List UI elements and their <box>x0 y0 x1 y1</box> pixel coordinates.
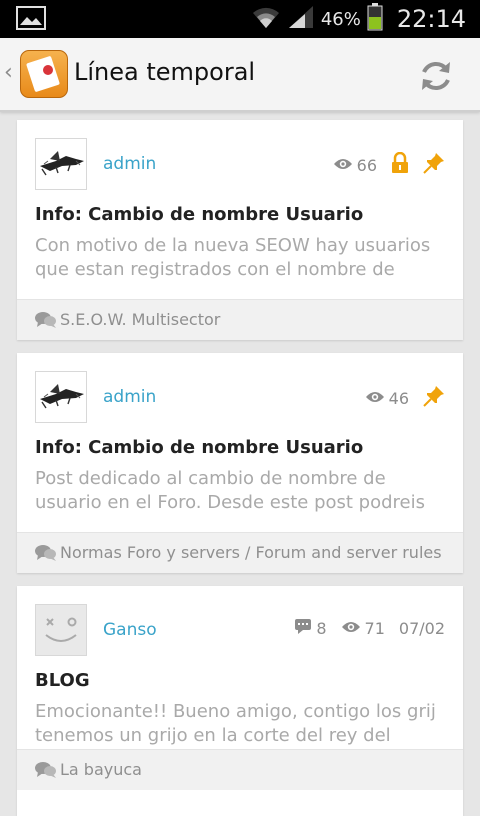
post-title[interactable]: Info: Cambio de nombre Usuario <box>35 204 363 225</box>
page-title: Línea temporal <box>74 58 256 86</box>
post-title[interactable]: Info: Cambio de nombre Usuario <box>35 437 363 458</box>
post-title[interactable]: BLOG <box>35 670 90 691</box>
app-logo[interactable] <box>20 50 68 98</box>
chat-bubbles-icon <box>35 311 57 333</box>
comment-count: 8 <box>316 618 327 638</box>
refresh-icon[interactable] <box>414 54 458 98</box>
eye-icon <box>333 156 353 175</box>
pin-icon <box>423 385 445 411</box>
battery-percent: 46% <box>320 8 361 30</box>
status-bar: 46% 22:14 <box>0 0 480 38</box>
avatar[interactable] <box>35 138 87 190</box>
eye-icon <box>365 389 385 408</box>
post-card[interactable]: admin 66 Info: Cambio de nombre Usuario … <box>17 120 463 340</box>
post-meta: 66 <box>333 151 445 178</box>
up-caret-icon[interactable]: ‹ <box>4 60 13 85</box>
post-excerpt: Post dedicado al cambio de nombre de usu… <box>35 468 425 513</box>
chat-bubbles-icon <box>35 544 57 566</box>
post-forum-footer[interactable]: Normas Foro y servers / Forum and server… <box>17 532 463 573</box>
eye-icon <box>341 619 361 638</box>
forum-name: S.E.O.W. Multisector <box>60 310 221 329</box>
action-bar: ‹ Línea temporal <box>0 38 480 112</box>
author-link[interactable]: admin <box>103 154 156 174</box>
clock: 22:14 <box>396 5 466 33</box>
signal-icon <box>287 4 315 34</box>
view-count: 66 <box>356 155 377 175</box>
forum-name: Normas Foro y servers / Forum and server… <box>60 543 442 562</box>
comment-icon <box>294 618 312 638</box>
view-count: 71 <box>364 618 385 638</box>
post-card[interactable]: Ganso 8 71 07/02 BLOG Emocionante!! Buen… <box>17 586 463 816</box>
post-forum-footer[interactable]: La bayuca <box>17 749 463 790</box>
post-date: 07/02 <box>398 618 445 638</box>
post-forum-footer[interactable]: S.E.O.W. Multisector <box>17 299 463 340</box>
post-meta: 8 71 07/02 <box>294 618 445 638</box>
battery-icon <box>367 3 383 35</box>
lock-icon <box>391 151 409 178</box>
avatar[interactable] <box>35 371 87 423</box>
view-count: 46 <box>388 388 409 408</box>
post-card[interactable]: admin 46 Info: Cambio de nombre Usuario … <box>17 353 463 573</box>
post-excerpt: Con motivo de la nueva SEOW hay usuarios… <box>35 235 431 280</box>
author-link[interactable]: admin <box>103 387 156 407</box>
post-meta: 46 <box>365 385 445 411</box>
post-excerpt: Emocionante!! Bueno amigo, contigo los g… <box>35 701 436 746</box>
pin-icon <box>423 152 445 178</box>
forum-name: La bayuca <box>60 760 142 779</box>
avatar[interactable] <box>35 604 87 656</box>
chat-bubbles-icon <box>35 761 57 783</box>
wifi-icon <box>251 4 281 34</box>
author-link[interactable]: Ganso <box>103 620 157 640</box>
gallery-notification-icon <box>16 6 46 34</box>
